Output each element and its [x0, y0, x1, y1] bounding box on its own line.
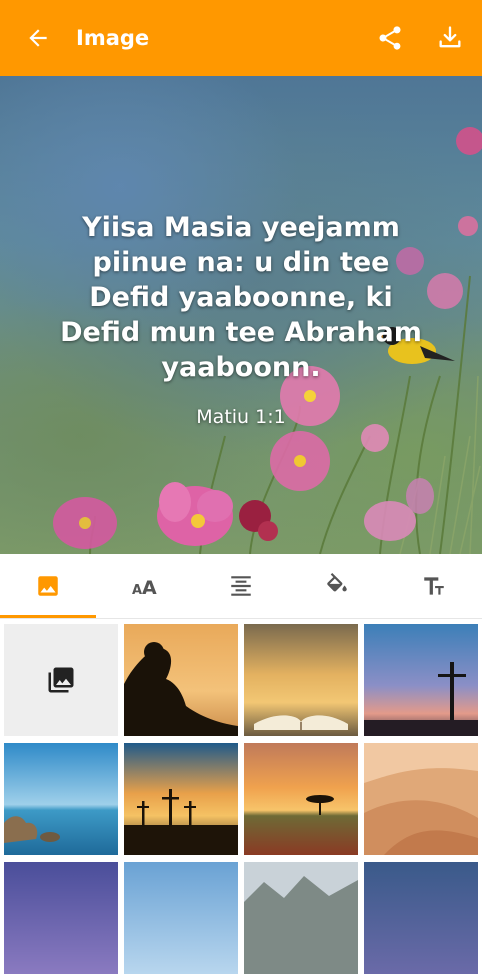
photo-library-icon	[48, 667, 74, 693]
gallery-picker-button[interactable]	[4, 624, 118, 736]
verse-line: yaaboonn.	[161, 352, 321, 383]
thumbnail-savanna-tree-sunset[interactable]	[244, 743, 358, 855]
app-bar: Image	[0, 0, 482, 76]
thumbnail-three-crosses-sunset[interactable]	[124, 743, 238, 855]
verse-line: Yiisa Masia yeejamm	[82, 212, 400, 243]
thumbnail-blue-sky[interactable]	[124, 862, 238, 974]
background-image-grid	[0, 619, 482, 974]
verse-line: Defid mun tee Abraham	[60, 317, 422, 348]
thumbnail-mountains[interactable]	[244, 862, 358, 974]
thumbnail-dusk-sky[interactable]	[364, 862, 478, 974]
svg-text:A: A	[132, 583, 142, 598]
thumbnail-silhouette-reading-sunset[interactable]	[124, 624, 238, 736]
tab-color[interactable]	[289, 554, 385, 618]
tab-font-style[interactable]	[386, 554, 482, 618]
paint-bucket-icon	[327, 573, 348, 592]
verse-line: Defid yaaboonne, ki	[89, 282, 393, 313]
tab-alignment[interactable]	[193, 554, 289, 618]
verse-image-preview[interactable]: Yiisa Masia yeejamm piinue na: u din tee…	[0, 76, 482, 554]
editor-tool-tabs: A A	[0, 554, 482, 618]
download-button[interactable]	[420, 0, 480, 76]
download-icon	[439, 26, 461, 48]
thumbnail-desert-dunes[interactable]	[364, 743, 478, 855]
thumbnail-sea-rocks[interactable]	[4, 743, 118, 855]
text-format-icon	[424, 577, 444, 595]
verse-line: piinue na: u din tee	[92, 247, 390, 278]
verse-text[interactable]: Yiisa Masia yeejamm piinue na: u din tee…	[30, 210, 452, 385]
back-button[interactable]	[0, 0, 70, 76]
align-center-icon	[231, 576, 251, 596]
text-size-icon: A A	[132, 577, 157, 599]
thumbnail-open-bible-sunset[interactable]	[244, 624, 358, 736]
image-icon	[38, 576, 58, 596]
thumbnail-cross-sunset[interactable]	[364, 624, 478, 736]
verse-reference: Matiu 1:1	[196, 406, 286, 428]
tab-background-image[interactable]	[0, 554, 97, 618]
share-icon	[379, 26, 401, 50]
thumbnail-purple-sky[interactable]	[4, 862, 118, 974]
arrow-back-icon	[29, 29, 47, 47]
svg-text:A: A	[142, 577, 157, 599]
page-title: Image	[76, 26, 150, 50]
share-button[interactable]	[360, 0, 420, 76]
tab-font-size[interactable]: A A	[96, 554, 192, 618]
